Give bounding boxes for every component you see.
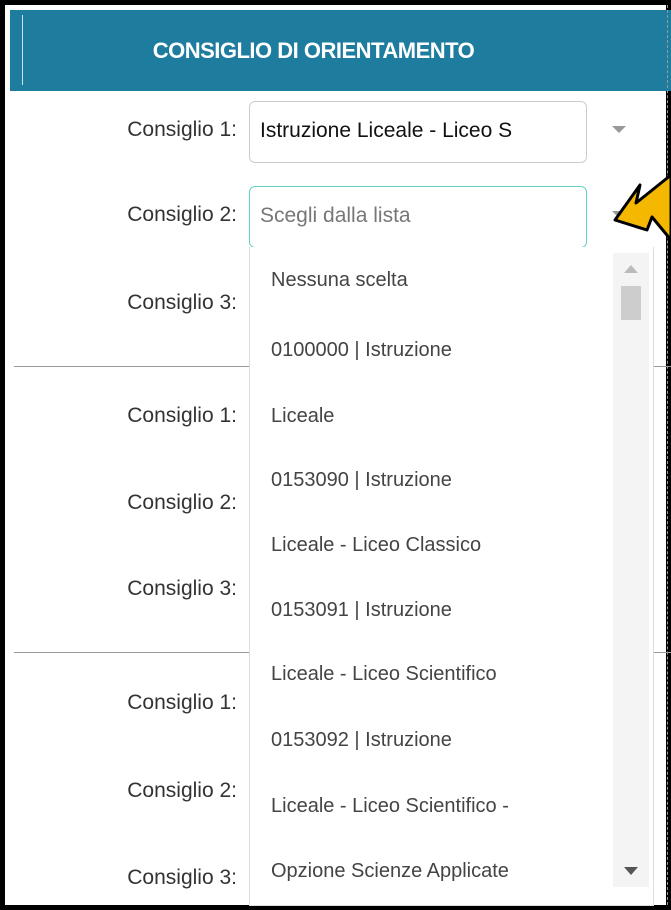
consiglio-2-placeholder: Scegli dalla lista	[260, 204, 411, 227]
dropdown-option[interactable]: Liceale - Liceo Scientifico	[271, 663, 497, 686]
consiglio-2-label: Consiglio 2:	[127, 779, 237, 802]
consiglio-1-label: Consiglio 1:	[127, 404, 237, 427]
caret-down-icon[interactable]	[612, 126, 626, 133]
dropdown-option[interactable]: 0153092 | Istruzione	[271, 729, 452, 752]
dropdown-option[interactable]: Liceale	[271, 405, 334, 428]
consiglio-1-value: Istruzione Liceale - Liceo S	[260, 119, 513, 142]
dropdown-option[interactable]: 0153090 | Istruzione	[271, 469, 452, 492]
consiglio-2-select[interactable]: Scegli dalla lista	[249, 186, 587, 248]
dropdown-option[interactable]: Nessuna scelta	[271, 269, 408, 292]
consiglio-3-label: Consiglio 3:	[127, 291, 237, 314]
consiglio-1-label: Consiglio 1:	[127, 118, 237, 141]
section-header: CONSIGLIO DI ORIENTAMENTO	[10, 10, 671, 91]
consiglio-2-dropdown-list: Nessuna scelta 0100000 | Istruzione Lice…	[249, 247, 654, 906]
consiglio-2-label: Consiglio 2:	[127, 491, 237, 514]
consiglio-3-label: Consiglio 3:	[127, 577, 237, 600]
scroll-up-arrow-icon[interactable]	[624, 265, 638, 273]
dropdown-option[interactable]: 0153091 | Istruzione	[271, 599, 452, 622]
consiglio-1-label: Consiglio 1:	[127, 691, 237, 714]
scroll-down-arrow-icon[interactable]	[624, 867, 638, 875]
scroll-thumb[interactable]	[621, 286, 641, 320]
consiglio-2-label: Consiglio 2:	[127, 203, 237, 226]
header-separator	[22, 15, 23, 85]
dropdown-option[interactable]: Liceale - Liceo Classico	[271, 534, 481, 557]
consiglio-3-label: Consiglio 3:	[127, 866, 237, 889]
dropdown-scrollbar[interactable]	[613, 253, 649, 887]
consiglio-1-select[interactable]: Istruzione Liceale - Liceo S	[249, 101, 587, 163]
dropdown-option[interactable]: 0100000 | Istruzione	[271, 339, 452, 362]
header-title: CONSIGLIO DI ORIENTAMENTO	[152, 37, 475, 63]
arrow-callout-icon	[613, 173, 671, 240]
dropdown-option[interactable]: Opzione Scienze Applicate	[271, 860, 509, 883]
dropdown-option[interactable]: Liceale - Liceo Scientifico -	[271, 795, 509, 818]
